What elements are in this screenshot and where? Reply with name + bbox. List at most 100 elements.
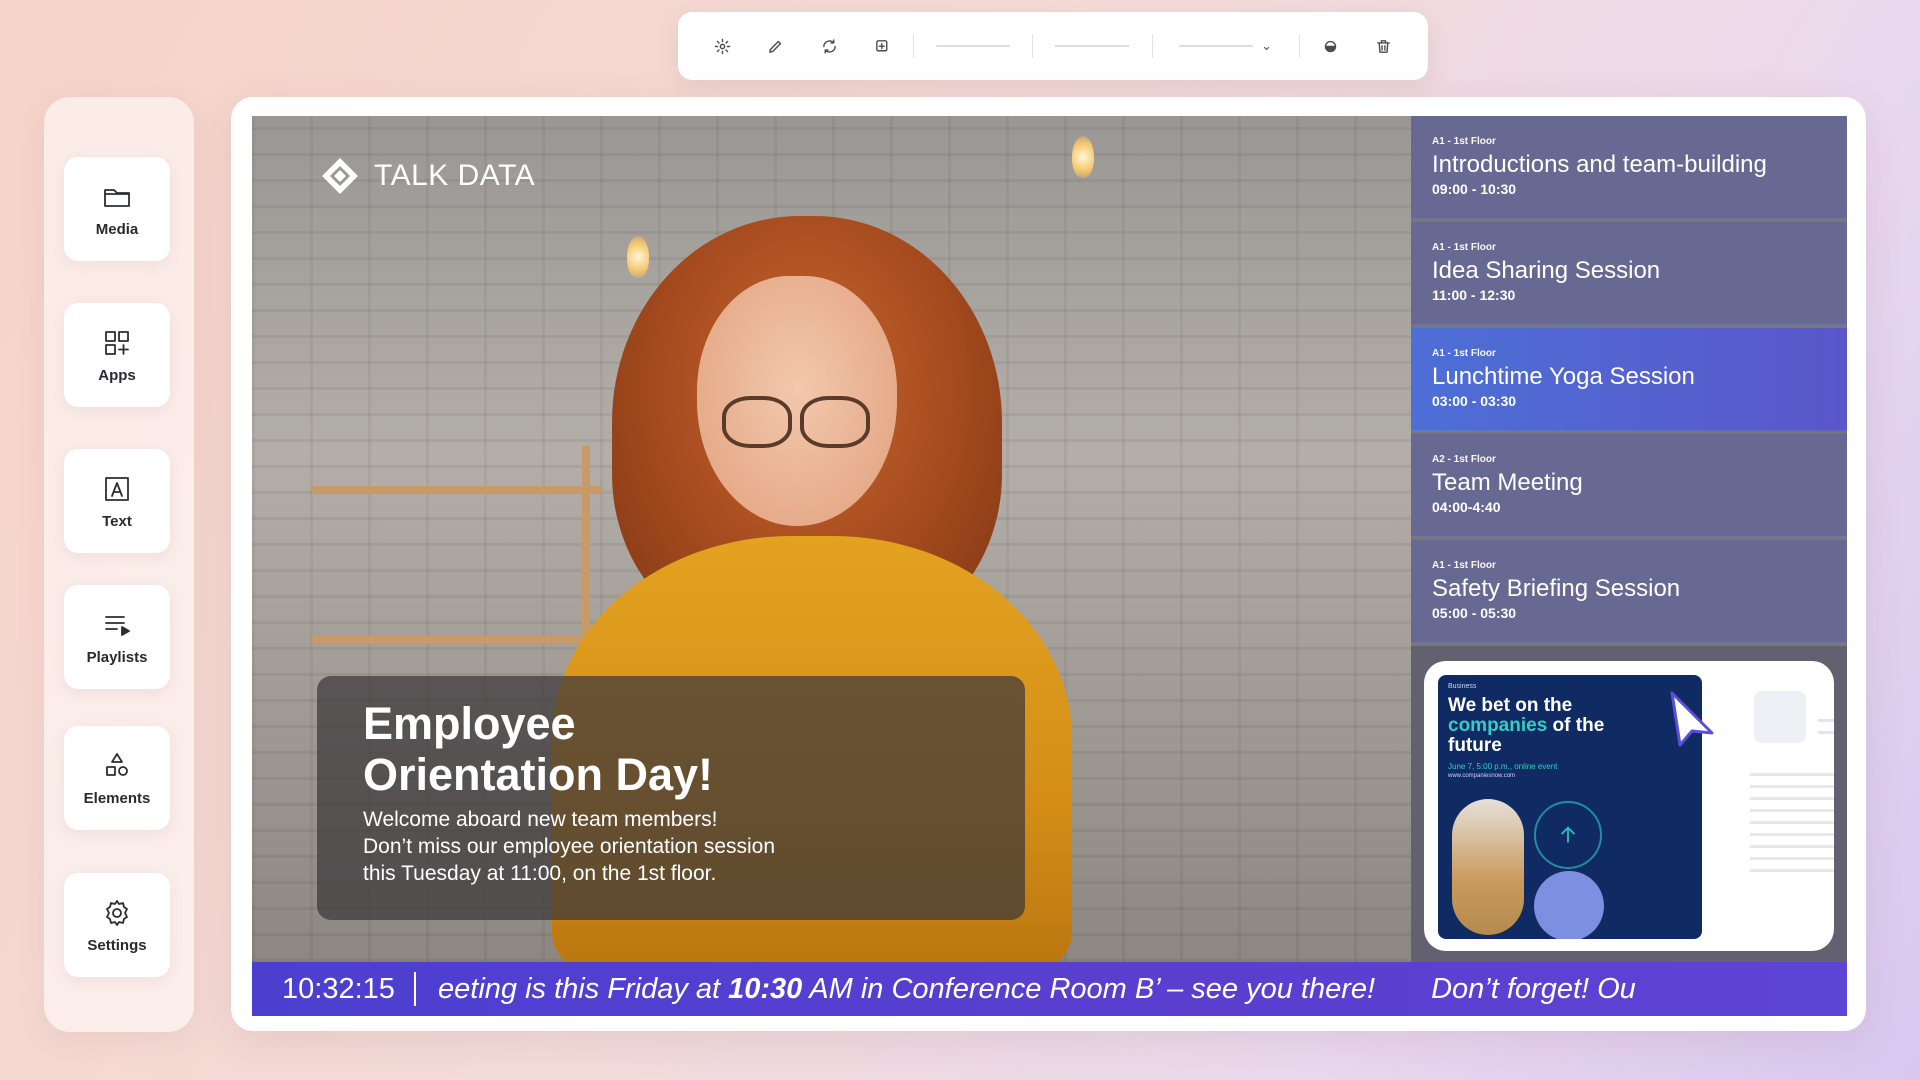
light-bulb [627,236,649,278]
settings-button[interactable] [696,23,749,69]
toolbar-divider [912,34,914,58]
toolbar-field-1[interactable] [918,23,1028,69]
event-time: 11:00 - 12:30 [1432,287,1516,303]
schedule-item-active[interactable]: A1 - 1st Floor Lunchtime Yoga Session 03… [1411,328,1847,432]
headline-text: of the [1552,715,1605,736]
duplicate-icon [875,39,888,51]
sidebar-item-media[interactable]: Media [64,157,170,261]
headline-accent: companies [1448,715,1548,736]
edit-icon [769,40,782,53]
brand-logo: TALK DATA [320,156,535,196]
settings-icon [714,38,731,54]
post-body-line [1750,845,1834,848]
event-time: 04:00-4:40 [1432,499,1501,515]
announcement-body-line: Don’t miss our employee orientation sess… [363,835,776,858]
post-meta-line [1818,719,1834,722]
sidebar-item-apps[interactable]: Apps [64,303,170,407]
sidebar-item-playlists[interactable]: Playlists [64,585,170,689]
event-title: Introductions and team-building [1432,151,1767,178]
sidebar-item-label: Elements [83,789,151,807]
folder-icon [104,188,130,207]
toolbar-divider [1032,34,1034,58]
trash-icon [1377,39,1390,53]
glasses-lens [722,396,792,448]
sidebar-item-settings[interactable]: Settings [64,873,170,977]
post-body-line [1750,773,1834,776]
ticker-text: eeting is this Friday at 10:30 AM in Con… [438,973,1636,1006]
announcement-title-line: Orientation Day! [363,749,714,800]
post-meta-line [1818,731,1834,734]
post-body-line [1750,833,1834,836]
post-tag: Business [1448,683,1477,690]
cursor-pointer-icon [1670,691,1714,747]
event-title: Team Meeting [1432,469,1583,496]
announcement-title-line: Employee [363,698,576,749]
post-headline: We bet on the companies of the future [1448,696,1692,756]
chevron-down-icon: ⌄ [1261,38,1273,53]
schedule-item[interactable]: A2 - 1st Floor Team Meeting 04:00-4:40 [1411,434,1847,538]
opacity-button[interactable] [1304,23,1357,69]
field-underline [1179,45,1254,47]
sidebar-item-label: Apps [98,366,136,384]
event-room: A1 - 1st Floor [1432,136,1496,147]
delete-button[interactable] [1357,23,1410,69]
sidebar-item-label: Text [102,512,132,530]
post-body-line [1750,785,1834,788]
linkedin-post-card[interactable]: Business We bet on the companies of the … [1424,661,1834,951]
event-time: 03:00 - 03:30 [1432,393,1517,409]
ticker-segment: Don’t forget! Ou [1431,972,1636,1005]
diamond-logo-icon [322,158,358,194]
field-underline [936,45,1011,47]
brand-name: TALK DATA [374,159,536,192]
event-room: A1 - 1st Floor [1432,242,1496,253]
toolbar-field-2[interactable] [1037,23,1147,69]
event-time: 09:00 - 10:30 [1432,181,1517,197]
sidebar-item-label: Settings [87,936,147,954]
shelf [312,636,602,644]
glasses-lens [800,396,870,448]
signage-canvas[interactable]: TALK DATA Employee Orientation Day! Welc… [252,116,1847,1016]
toolbar-divider [1151,34,1153,58]
gear-icon [106,899,128,926]
headline-line: future [1448,735,1502,756]
post-body-line [1750,857,1834,860]
sidebar-item-elements[interactable]: Elements [64,726,170,830]
schedule-item[interactable]: A1 - 1st Floor Introductions and team-bu… [1411,116,1847,220]
schedule-item[interactable]: A1 - 1st Floor Idea Sharing Session 11:0… [1411,222,1847,326]
announcement-card[interactable]: Employee Orientation Day! Welcome aboard… [317,676,1025,920]
post-person-photo [1452,799,1524,935]
headline-line: companies of the [1448,716,1692,736]
sidebar-item-text[interactable]: Text [64,449,170,553]
ticker-segment: eeting is this Friday at [438,972,729,1005]
announcement-body-line: this Tuesday at 11:00, on the 1st floor. [363,862,717,885]
headline-line: We bet on the [1448,695,1573,716]
schedule-item[interactable]: A1 - 1st Floor Safety Briefing Session 0… [1411,540,1847,644]
schedule-panel: A1 - 1st Floor Introductions and team-bu… [1411,116,1847,646]
refresh-button[interactable] [802,23,855,69]
event-title: Safety Briefing Session [1432,575,1681,602]
toolbar-dropdown[interactable]: ⌄ [1157,23,1295,69]
arrow-up-icon [1560,826,1576,843]
post-site: www.companiesnow.com [1448,773,1516,779]
text-icon [105,476,129,501]
field-underline [1055,45,1130,47]
event-room: A1 - 1st Floor [1432,348,1496,359]
post-body-line [1750,869,1834,872]
event-title: Lunchtime Yoga Session [1432,363,1695,390]
duplicate-button[interactable] [856,23,909,69]
apps-icon [105,330,129,355]
edit-button[interactable] [749,23,802,69]
refresh-icon [822,38,836,54]
post-decoration [1534,871,1604,939]
shelf [312,486,602,494]
playlist-icon [105,615,130,636]
shapes-icon [106,752,128,776]
event-title: Idea Sharing Session [1432,257,1661,284]
sidebar: Media Apps Text Playlists Elements Setti… [44,97,194,1032]
clock: 10:32:15 [282,972,395,1005]
post-body-line [1750,809,1834,812]
post-avatar [1754,691,1806,743]
post-image: Business We bet on the companies of the … [1438,675,1702,939]
sidebar-item-label: Media [95,220,139,238]
person-face [697,276,897,526]
